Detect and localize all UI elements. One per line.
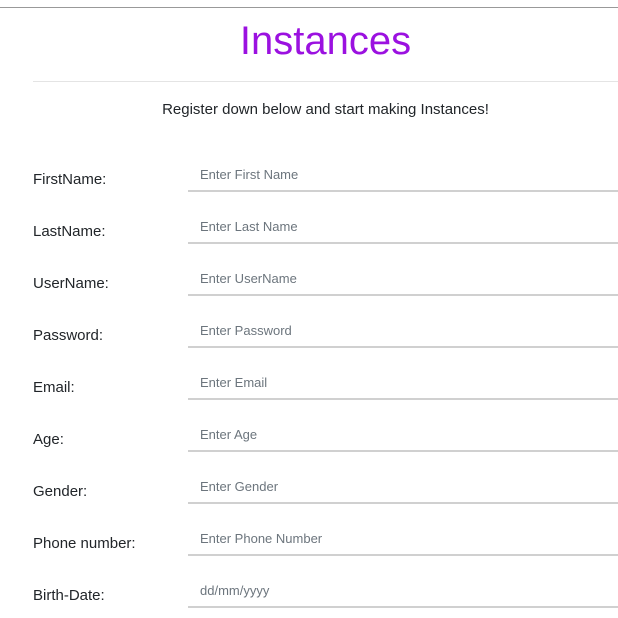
birth-date-row: Birth-Date: xyxy=(0,574,618,618)
top-divider xyxy=(0,7,618,8)
gender-input[interactable] xyxy=(188,470,618,504)
gender-row: Gender: xyxy=(0,470,618,522)
first-name-input[interactable] xyxy=(188,158,618,192)
age-row: Age: xyxy=(0,418,618,470)
first-name-label: FirstName: xyxy=(33,171,107,188)
title-divider xyxy=(33,81,618,82)
phone-number-label: Phone number: xyxy=(33,535,136,552)
phone-number-input[interactable] xyxy=(188,522,618,556)
phone-number-row: Phone number: xyxy=(0,522,618,574)
page-subtitle: Register down below and start making Ins… xyxy=(162,101,489,118)
birth-date-label: Birth-Date: xyxy=(33,587,105,604)
username-row: UserName: xyxy=(0,262,618,314)
email-row: Email: xyxy=(0,366,618,418)
username-input[interactable] xyxy=(188,262,618,296)
page-title: Instances xyxy=(239,19,412,63)
gender-label: Gender: xyxy=(33,483,88,500)
birth-date-input[interactable] xyxy=(188,574,618,608)
first-name-row: FirstName: xyxy=(0,158,618,210)
password-label: Password: xyxy=(33,327,104,344)
last-name-input[interactable] xyxy=(188,210,618,244)
age-label: Age: xyxy=(33,431,64,448)
password-input[interactable] xyxy=(188,314,618,348)
last-name-label: LastName: xyxy=(33,223,106,240)
registration-form: FirstName: LastName: UserName: Password:… xyxy=(0,158,618,618)
last-name-row: LastName: xyxy=(0,210,618,262)
username-label: UserName: xyxy=(33,275,109,292)
password-row: Password: xyxy=(0,314,618,366)
email-label: Email: xyxy=(33,379,75,396)
age-input[interactable] xyxy=(188,418,618,452)
email-input[interactable] xyxy=(188,366,618,400)
registration-page: Instances Register down below and start … xyxy=(0,0,618,618)
